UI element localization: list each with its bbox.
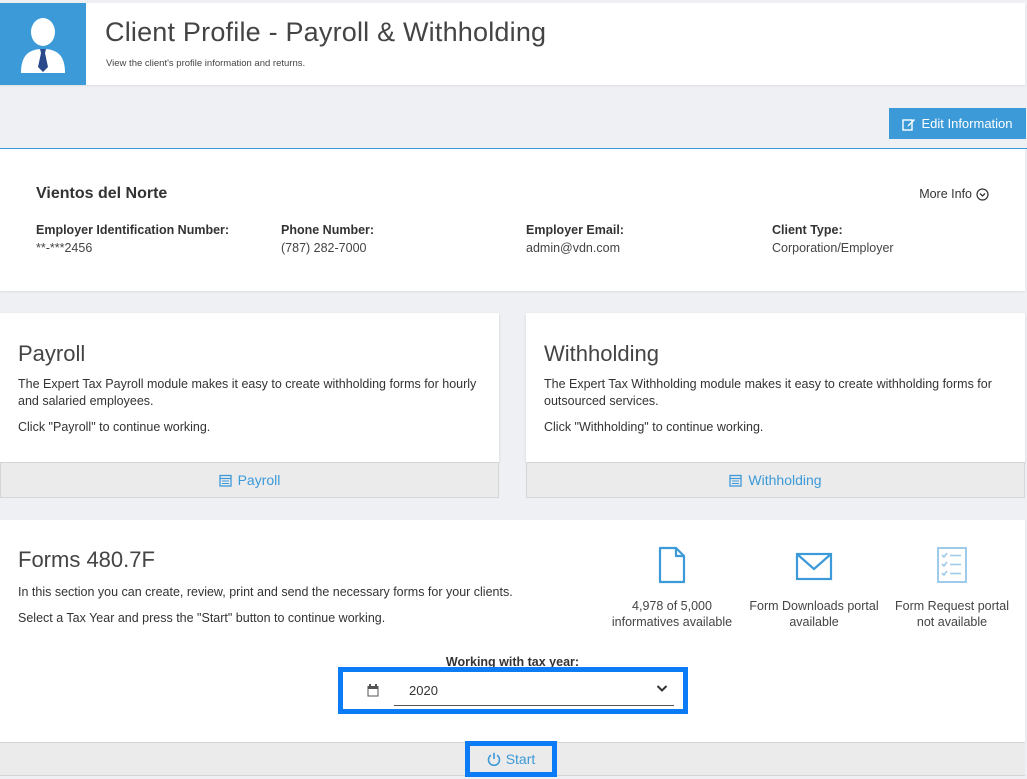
payroll-title: Payroll (18, 341, 86, 366)
field-ein: Employer Identification Number: **-***24… (36, 223, 229, 255)
field-client-type: Client Type: Corporation/Employer (772, 223, 894, 255)
more-info-label: More Info (919, 187, 972, 201)
page-header: Client Profile - Payroll & Withholding V… (0, 3, 1025, 85)
document-icon (658, 546, 686, 584)
page-title: Client Profile - Payroll & Withholding (105, 17, 547, 47)
withholding-title: Withholding (544, 341, 659, 366)
calendar-icon-box (356, 675, 390, 705)
edit-icon (902, 118, 916, 131)
checklist-icon (937, 547, 967, 583)
more-info-link[interactable]: More Info (919, 187, 989, 201)
start-button[interactable]: Start (465, 741, 557, 777)
edit-information-button[interactable]: Edit Information (889, 108, 1026, 139)
payroll-description: The Expert Tax Payroll module makes it e… (18, 377, 477, 408)
field-value: Corporation/Employer (772, 241, 894, 255)
withholding-card: Withholding The Expert Tax Withholding m… (526, 313, 1025, 463)
field-label: Employer Identification Number: (36, 223, 230, 237)
start-button-label: Start (505, 751, 536, 767)
withholding-button-label: Withholding (748, 472, 822, 488)
tax-year-value: 2020 (409, 682, 438, 698)
user-icon (21, 18, 65, 73)
avatar (0, 3, 86, 85)
field-value: (787) 282-7000 (281, 241, 367, 255)
field-label: Client Type: (772, 223, 843, 237)
field-label: Phone Number: (281, 223, 375, 237)
stat-downloads-portal: Form Downloads portal available (744, 546, 884, 630)
page-subtitle: View the client's profile information an… (106, 58, 306, 69)
withholding-hint: Click "Withholding" to continue working. (544, 420, 764, 434)
field-value: admin@vdn.com (526, 241, 620, 255)
forms-description: In this section you can create, review, … (18, 585, 513, 599)
client-name: Vientos del Norte (36, 185, 168, 202)
client-info-card: Vientos del Norte More Info Employer Ide… (0, 149, 1025, 291)
stat-line1: Form Downloads portal (749, 599, 879, 613)
stat-line2: not available (916, 615, 988, 629)
stat-line1: 4,978 of 5,000 (632, 599, 712, 613)
chevron-down-icon (656, 685, 668, 692)
withholding-button[interactable]: Withholding (526, 462, 1025, 498)
stat-line2: informatives available (611, 615, 733, 629)
forms-title: Forms 480.7F (18, 547, 155, 572)
stat-request-portal: Form Request portal not available (882, 546, 1022, 630)
payroll-hint: Click "Payroll" to continue working. (18, 420, 211, 434)
stat-line1: Form Request portal (895, 599, 1009, 613)
forms-instructions: Select a Tax Year and press the "Start" … (18, 611, 386, 625)
field-value: **-***2456 (36, 241, 93, 255)
tax-year-selector: 2020 (338, 667, 688, 714)
stat-line2: available (789, 615, 839, 629)
payroll-button[interactable]: Payroll (0, 462, 499, 498)
field-label: Employer Email: (526, 223, 624, 237)
stat-informatives: 4,978 of 5,000 informatives available (602, 546, 742, 630)
tax-year-select[interactable]: 2020 (394, 675, 674, 706)
power-icon (487, 752, 500, 766)
forms-card: Forms 480.7F In this section you can cre… (0, 520, 1025, 742)
calendar-list-icon (729, 474, 743, 487)
calendar-list-icon (218, 474, 232, 487)
payroll-card: Payroll The Expert Tax Payroll module ma… (0, 313, 499, 463)
chevron-circle-down-icon (976, 187, 989, 201)
withholding-description: The Expert Tax Withholding module makes … (544, 377, 992, 408)
envelope-icon (795, 552, 833, 581)
field-phone: Phone Number: (787) 282-7000 (281, 223, 374, 255)
edit-information-label: Edit Information (921, 116, 1013, 131)
field-email: Employer Email: admin@vdn.com (526, 223, 624, 255)
payroll-button-label: Payroll (237, 472, 281, 488)
calendar-icon (367, 683, 379, 696)
